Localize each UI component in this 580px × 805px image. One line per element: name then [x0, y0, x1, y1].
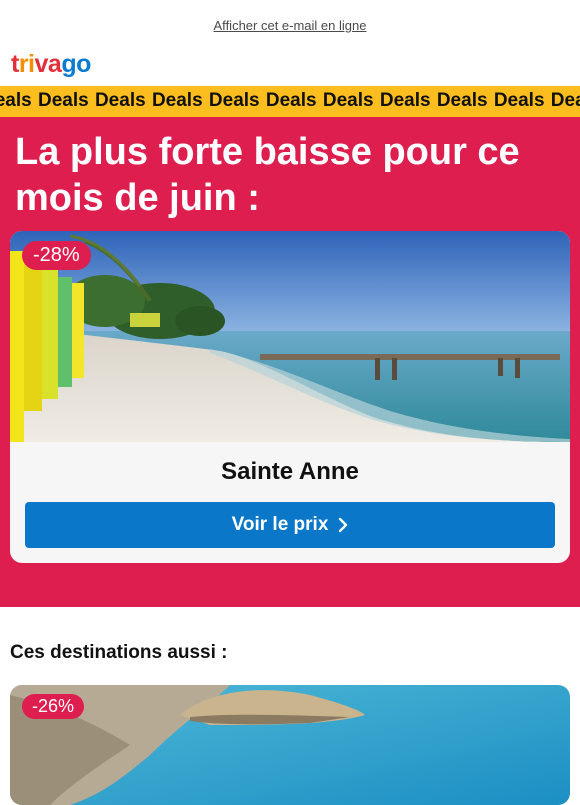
view-online-link[interactable]: Afficher cet e-mail en ligne — [214, 18, 367, 33]
logo-part-t: t — [11, 50, 19, 78]
see-price-button[interactable]: Voir le prix — [25, 502, 555, 548]
logo-part-go: go — [61, 50, 91, 78]
logo-part-va: va — [34, 50, 62, 78]
view-online-row: Afficher cet e-mail en ligne — [0, 18, 580, 33]
destination-name: Sainte Anne — [221, 458, 359, 485]
discount-badge: -26% — [22, 694, 85, 719]
deals-banner-strip: Deals Deals Deals Deals Deals Deals Deal… — [0, 86, 580, 117]
featured-deal-card[interactable]: -28% Sainte Anne Voir le prix — [10, 231, 570, 563]
see-price-label: Voir le prix — [231, 514, 329, 535]
trivago-logo[interactable]: trivago — [11, 50, 91, 79]
discount-badge: -28% — [22, 241, 91, 270]
logo-part-ri: ri — [18, 50, 35, 78]
more-destinations-title: Ces destinations aussi : — [10, 642, 228, 663]
chevron-right-icon — [339, 517, 348, 533]
destination-card[interactable]: -26% — [10, 685, 570, 805]
hero-title: La plus forte baisse pour ce mois de jui… — [15, 131, 520, 219]
coast-photo — [10, 685, 570, 805]
deals-banner-text: Deals Deals Deals Deals Deals Deals Deal… — [0, 90, 580, 111]
beach-photo — [10, 231, 570, 442]
hero-section: La plus forte baisse pour ce mois de jui… — [0, 117, 580, 607]
